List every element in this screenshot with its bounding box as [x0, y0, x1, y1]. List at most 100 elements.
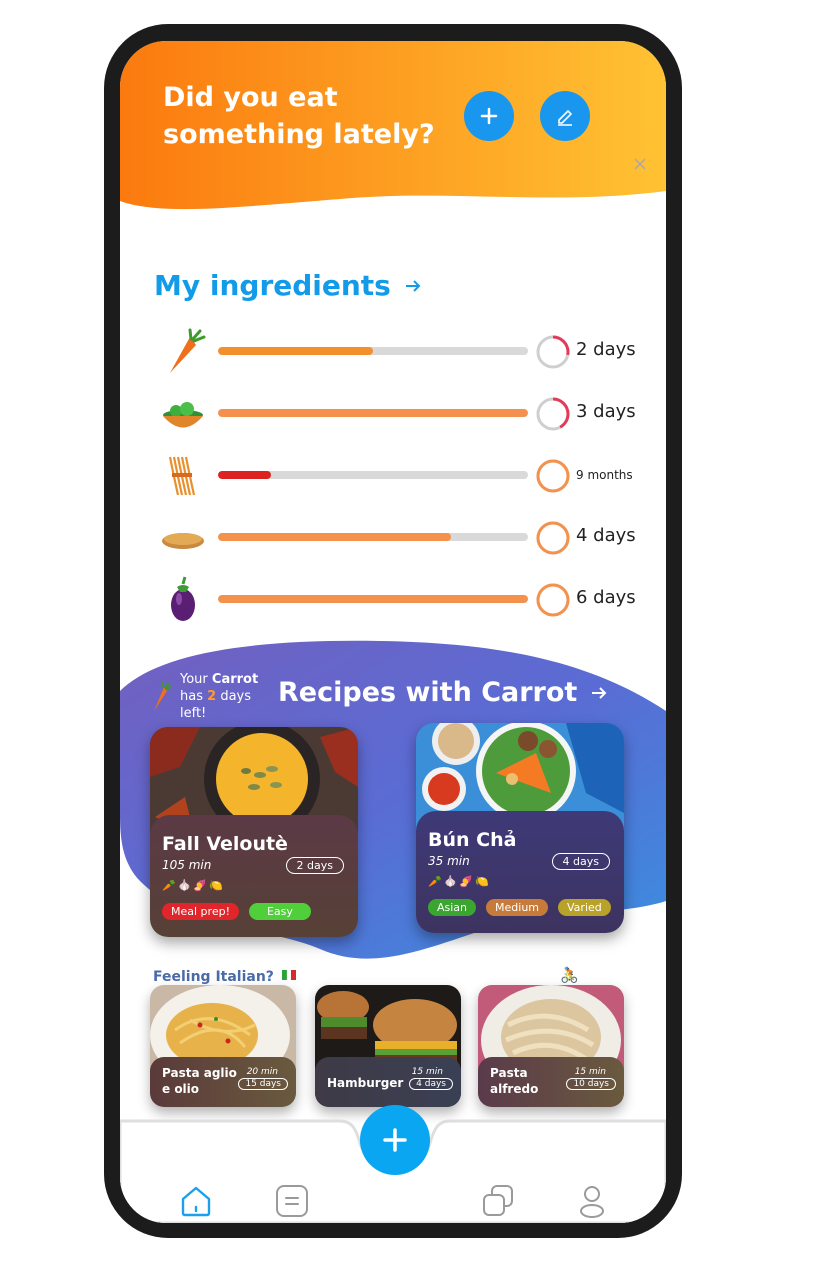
- remaining-time: 9 months: [576, 468, 633, 482]
- freshness-bar: [218, 533, 528, 541]
- note-prefix: Your: [180, 672, 208, 687]
- note-ingredient: Carrot: [211, 672, 259, 687]
- cyclist-icon: 🚴: [559, 966, 579, 984]
- bread-icon: [162, 533, 204, 549]
- carrot-icon: 🥕: [162, 879, 178, 892]
- tag-badge: Asian: [428, 899, 477, 916]
- salad-bowl-icon: [163, 402, 203, 428]
- plus-icon: [480, 107, 498, 125]
- list-icon[interactable]: [274, 1183, 310, 1219]
- tag-badge: Easy: [248, 903, 311, 920]
- ingredient-row[interactable]: 3 days: [156, 389, 636, 439]
- something-quick-title[interactable]: Something Quick? 🚴: [381, 965, 579, 985]
- recipe-card-pasta-alfredo[interactable]: Pasta alfredo 15 min 10 days: [478, 985, 624, 1107]
- lemon-icon: 🍋: [209, 879, 225, 892]
- freshness-bar: [218, 409, 528, 417]
- recipe-name: Pasta alfredo: [490, 1066, 539, 1096]
- recipe-time: 20 min: [246, 1067, 278, 1077]
- recipe-name: Pasta aglio e olio: [162, 1066, 237, 1096]
- spaghetti-icon: [168, 456, 196, 496]
- freshness-bar-fill: [218, 409, 528, 417]
- recipe-time: 105 min: [162, 858, 212, 872]
- recipe-card-fall-veloute[interactable]: Fall Veloutè 105 min 2 days 🥕🧄🍠🍋 Meal pr…: [150, 727, 358, 937]
- recipe-days-badge: 15 days: [238, 1078, 288, 1090]
- tag-badge: Varied: [558, 899, 611, 916]
- remaining-time: 4 days: [576, 525, 636, 546]
- pencil-icon: [558, 110, 572, 126]
- add-button[interactable]: [360, 1105, 430, 1175]
- section-title-label: My ingredients: [154, 269, 391, 302]
- recipe-name: Bún Chả: [428, 829, 517, 851]
- note-days: 2: [207, 689, 217, 704]
- recipes-with-carrot-link[interactable]: Recipes with Carrot: [278, 677, 609, 708]
- recipe-info-panel: Hamburger 15 min 4 days: [315, 1057, 461, 1107]
- remaining-time: 6 days: [576, 587, 636, 608]
- expiry-ring-icon: [536, 459, 570, 493]
- arrow-right-icon: [592, 686, 607, 699]
- close-icon[interactable]: [632, 156, 648, 172]
- remaining-time: 2 days: [576, 339, 636, 360]
- expiry-ring-icon: [536, 397, 570, 431]
- add-food-button[interactable]: [464, 91, 514, 141]
- recipe-card-pasta-aglio[interactable]: Pasta aglio e olio 20 min 15 days: [150, 985, 296, 1107]
- ingredient-row[interactable]: 9 months: [156, 451, 636, 501]
- recipe-card-bun-cha[interactable]: Bún Chả 35 min 4 days 🥕🧄🍠🍋 Asian Medium …: [416, 723, 624, 933]
- beet-icon: 🍠: [459, 875, 476, 888]
- beet-icon: 🍠: [193, 879, 210, 892]
- edit-button[interactable]: [540, 91, 590, 141]
- carrot-icon: [154, 681, 172, 711]
- freshness-bar-fill: [218, 347, 373, 355]
- recipe-tags: Asian Medium Varied: [428, 899, 611, 916]
- recipe-days-badge: 2 days: [285, 857, 344, 874]
- note-mid: has: [180, 689, 203, 704]
- carrot-icon: 🥕: [428, 875, 444, 888]
- remaining-time: 3 days: [576, 401, 636, 422]
- carrot-icon: [170, 328, 206, 373]
- freshness-bar: [218, 347, 528, 355]
- expiry-ring-icon: [536, 583, 570, 617]
- recipes-title-label: Recipes with Carrot: [278, 677, 578, 708]
- home-icon[interactable]: [178, 1183, 214, 1219]
- garlic-icon: 🧄: [177, 879, 194, 892]
- phone-frame: Did you eat something lately? My ingredi…: [104, 24, 682, 1238]
- expiry-ring-icon: [536, 521, 570, 555]
- recipe-time: 35 min: [428, 854, 470, 868]
- recipe-days-badge: 10 days: [566, 1078, 616, 1090]
- freshness-bar-fill: [218, 595, 528, 603]
- freshness-bar: [218, 595, 528, 603]
- recipe-time: 15 min: [411, 1067, 443, 1077]
- recipe-name: Hamburger: [327, 1076, 404, 1090]
- recipe-days-badge: 4 days: [409, 1078, 453, 1090]
- app-screen: Did you eat something lately? My ingredi…: [120, 41, 666, 1223]
- tag-badge: Medium: [486, 899, 549, 916]
- recipe-ingredient-icons: 🥕🧄🍠🍋: [162, 879, 225, 892]
- profile-icon[interactable]: [574, 1183, 610, 1219]
- my-ingredients-link[interactable]: My ingredients: [154, 269, 423, 302]
- recipe-tags: Meal prep! Easy: [162, 903, 311, 920]
- freshness-bar: [218, 471, 528, 479]
- garlic-icon: 🧄: [443, 875, 460, 888]
- freshness-bar-fill: [218, 471, 271, 479]
- eggplant-icon: [171, 576, 195, 621]
- recipe-ingredient-icons: 🥕🧄🍠🍋: [428, 875, 491, 888]
- italy-flag-icon: [281, 969, 296, 981]
- lemon-icon: 🍋: [475, 875, 491, 888]
- ingredient-row[interactable]: 2 days: [156, 327, 636, 377]
- expiry-ring-icon: [536, 335, 570, 369]
- ingredient-row[interactable]: 6 days: [156, 575, 636, 625]
- plus-icon: [383, 1128, 407, 1152]
- recipe-name: Fall Veloutè: [162, 833, 288, 855]
- collection-icon[interactable]: [480, 1183, 516, 1219]
- ingredient-row[interactable]: 4 days: [156, 513, 636, 563]
- header-title: Did you eat something lately?: [163, 82, 435, 150]
- freshness-bar-fill: [218, 533, 451, 541]
- arrow-right-icon: [405, 279, 421, 292]
- recipe-info-panel: Fall Veloutè 105 min 2 days 🥕🧄🍠🍋 Meal pr…: [150, 815, 358, 937]
- tag-badge: Meal prep!: [162, 903, 239, 920]
- recipe-info-panel: Pasta aglio e olio 20 min 15 days: [150, 1057, 296, 1107]
- expiry-note: Your Carrot has 2 days left!: [150, 671, 264, 722]
- recipe-info-panel: Pasta alfredo 15 min 10 days: [478, 1057, 624, 1107]
- feeling-italian-title[interactable]: Feeling Italian?: [153, 969, 296, 985]
- recipe-card-hamburger[interactable]: Hamburger 15 min 4 days: [315, 985, 461, 1107]
- recipe-info-panel: Bún Chả 35 min 4 days 🥕🧄🍠🍋 Asian Medium …: [416, 811, 624, 933]
